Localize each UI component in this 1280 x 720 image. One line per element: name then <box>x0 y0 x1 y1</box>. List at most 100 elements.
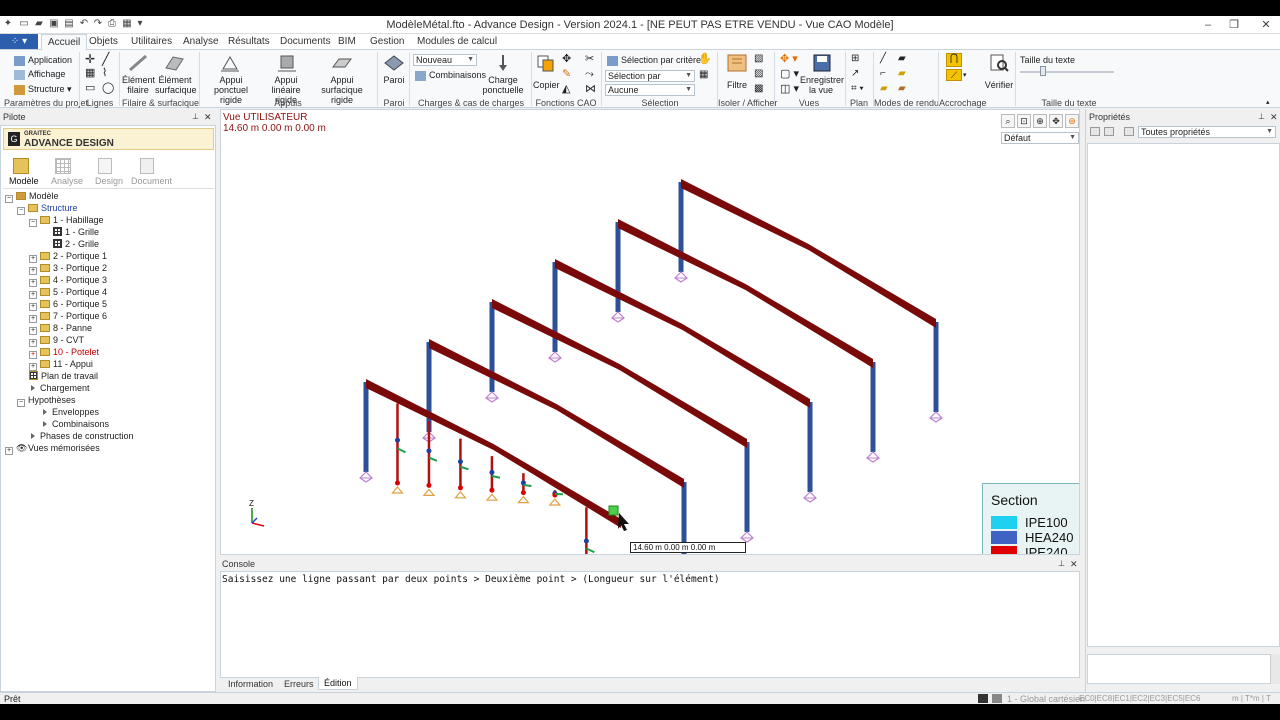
render-shaded-icon[interactable]: ▰ <box>898 54 906 64</box>
select-all-icon[interactable]: ▦ <box>699 70 708 80</box>
tree-item-enveloppes[interactable]: Enveloppes <box>43 406 99 418</box>
tree-item-combinaisons[interactable]: Combinaisons <box>43 418 109 430</box>
properties-scrollbar[interactable] <box>1270 654 1280 684</box>
tab-modules-de-calcul[interactable]: Modules de calcul <box>417 36 497 47</box>
extend-icon[interactable]: ⤳ <box>585 69 594 80</box>
trim-icon[interactable]: ✂ <box>585 54 594 65</box>
line-tool-icon[interactable]: ╱ <box>102 53 109 65</box>
plan-xy-icon[interactable]: ↗ <box>851 69 859 79</box>
pilote-pin-icon[interactable]: ⊥ <box>192 111 199 123</box>
minimize-icon[interactable]: – <box>1200 18 1216 32</box>
combinaisons-button[interactable]: Combinaisons <box>415 70 486 81</box>
console-close-icon[interactable]: ✕ <box>1070 558 1078 570</box>
expand-arrow-icon[interactable] <box>43 409 47 415</box>
tab-edition[interactable]: Édition <box>318 677 358 690</box>
verifier-button[interactable]: Vérifier <box>984 80 1014 90</box>
tree-item-hypotheses[interactable]: − Hypothèses <box>17 394 76 407</box>
tab-resultats[interactable]: Résultats <box>228 36 270 47</box>
tab-utilitaires[interactable]: Utilitaires <box>131 36 172 47</box>
tree-item-portique-2[interactable]: +3 - Portique 2 <box>29 262 107 275</box>
tree-item-portique-3[interactable]: +4 - Portique 3 <box>29 274 107 287</box>
close-icon[interactable]: ✕ <box>1258 18 1274 32</box>
status-plane-icon[interactable] <box>992 694 1002 703</box>
affichage-button[interactable]: Affichage <box>14 69 65 80</box>
view-side-icon[interactable]: ◫ ▾ <box>780 84 799 95</box>
text-size-slider-thumb[interactable] <box>1040 66 1046 76</box>
properties-combo[interactable]: Toutes propriétés ▼ <box>1138 126 1276 138</box>
copier-button[interactable]: Copier <box>533 80 560 90</box>
categorized-icon[interactable] <box>1090 127 1100 136</box>
tree-item-grille-1[interactable]: 1 - Grille <box>53 226 99 238</box>
text-size-slider[interactable] <box>1020 71 1114 73</box>
tab-accueil[interactable]: Accueil <box>41 34 88 51</box>
selection-par-combo[interactable]: Sélection par ▼ <box>605 70 695 82</box>
tree-item-portique-4[interactable]: +5 - Portique 4 <box>29 286 107 299</box>
polyline-tool-icon[interactable]: ⌇ <box>102 68 107 79</box>
view-3d-icon[interactable]: ✥ ▾ <box>780 54 798 65</box>
tree-item-phases[interactable]: Phases de construction <box>31 430 134 442</box>
tab-erreurs[interactable]: Erreurs <box>284 679 314 689</box>
selection-aucune-combo[interactable]: Aucune ▼ <box>605 84 695 96</box>
view-front-icon[interactable]: ▢ ▾ <box>780 69 799 80</box>
application-button[interactable]: Application <box>14 55 72 66</box>
tree-item-plan-de-travail[interactable]: Plan de travail <box>29 370 98 382</box>
tree-item-cvt[interactable]: +9 - CVT <box>29 334 84 347</box>
properties-close-icon[interactable]: ✕ <box>1270 111 1278 123</box>
cad-viewport[interactable]: Vue UTILISATEUR 14.60 m 0.00 m 0.00 m ⌕ … <box>220 109 1080 555</box>
mode-document[interactable]: Document <box>131 176 172 186</box>
tab-gestion[interactable]: Gestion <box>370 36 404 47</box>
tree-item-habillage[interactable]: −1 - Habillage <box>29 214 104 227</box>
app-menu-button[interactable]: ⁘ ▾ <box>0 34 38 49</box>
mode-analyse[interactable]: Analyse <box>51 176 83 186</box>
hide-icon[interactable]: ▩ <box>754 84 763 94</box>
plan-grid-icon[interactable]: ⊞ <box>851 54 859 64</box>
move-icon[interactable]: ✥ <box>562 54 571 65</box>
point-tool-icon[interactable]: ✛ <box>85 53 95 65</box>
selection-magic-icon[interactable]: ✋ <box>698 54 712 65</box>
render-texture-icon[interactable]: ▰ <box>898 84 906 94</box>
isolate-icon[interactable]: ▧ <box>754 54 763 64</box>
rectangle-tool-icon[interactable]: ▭ <box>85 83 95 94</box>
analyse-mode-icon[interactable] <box>55 158 71 174</box>
tab-objets[interactable]: Objets <box>89 36 118 47</box>
grid-tool-icon[interactable]: ▦ <box>85 68 95 79</box>
charge-ponctuelle-button[interactable]: Charge ponctuelle <box>478 75 528 95</box>
properties-grid[interactable] <box>1087 143 1280 647</box>
expand-arrow-icon[interactable] <box>31 433 35 439</box>
tree-item-appui[interactable]: +11 - Appui <box>29 358 93 371</box>
tree-item-portique-5[interactable]: +6 - Portique 5 <box>29 298 107 311</box>
tree-item-grille-2[interactable]: 2 - Grille <box>53 238 99 250</box>
render-color-icon[interactable]: ▰ <box>880 84 888 94</box>
tree-item-structure[interactable]: − Structure <box>17 202 78 215</box>
pilote-close-icon[interactable]: ✕ <box>204 111 212 123</box>
mode-design[interactable]: Design <box>95 176 123 186</box>
document-mode-icon[interactable] <box>140 158 154 174</box>
load-case-combo[interactable]: Nouveau ▼ <box>413 54 477 66</box>
design-mode-icon[interactable] <box>98 158 112 174</box>
circle-tool-icon[interactable]: ◯ <box>102 83 114 94</box>
console-panel[interactable]: Saisissez une ligne passant par deux poi… <box>220 571 1080 678</box>
console-pin-icon[interactable]: ⊥ <box>1058 558 1065 570</box>
tree-item-potelet[interactable]: +10 - Potelet <box>29 346 99 359</box>
properties-pin-icon[interactable]: ⊥ <box>1258 111 1265 123</box>
enregistrer-vue-button[interactable]: Enregistrer la vue <box>800 75 844 95</box>
filtre-button[interactable]: Filtre <box>724 80 750 90</box>
snap-dropdown-icon[interactable]: ▾ <box>963 71 967 81</box>
restore-icon[interactable]: ❐ <box>1226 18 1242 32</box>
tree-item-panne[interactable]: +8 - Panne <box>29 322 92 335</box>
mode-modele[interactable]: Modèle <box>9 176 39 186</box>
expand-arrow-icon[interactable] <box>43 421 47 427</box>
tree-item-vues-memorisees[interactable]: + 👁Vues mémorisées <box>5 442 100 455</box>
tab-analyse[interactable]: Analyse <box>183 36 219 47</box>
render-solid-icon[interactable]: ▰ <box>898 69 906 79</box>
modify-icon[interactable]: ✎ <box>562 69 571 80</box>
snap-mode-icon[interactable]: ⟋ <box>946 69 962 81</box>
split-icon[interactable]: ⋈ <box>585 84 596 95</box>
tree-item-portique-1[interactable]: +2 - Portique 1 <box>29 250 107 263</box>
plan-ortho-icon[interactable]: ⌗ ▾ <box>851 84 864 94</box>
element-filaire-button[interactable]: Élément filaire <box>122 75 155 95</box>
tab-bim[interactable]: BIM <box>338 36 356 47</box>
ribbon-collapse-icon[interactable]: ▴ <box>1266 98 1270 108</box>
tree-item-chargement[interactable]: Chargement <box>31 382 90 394</box>
status-snap-icon[interactable] <box>978 694 988 703</box>
